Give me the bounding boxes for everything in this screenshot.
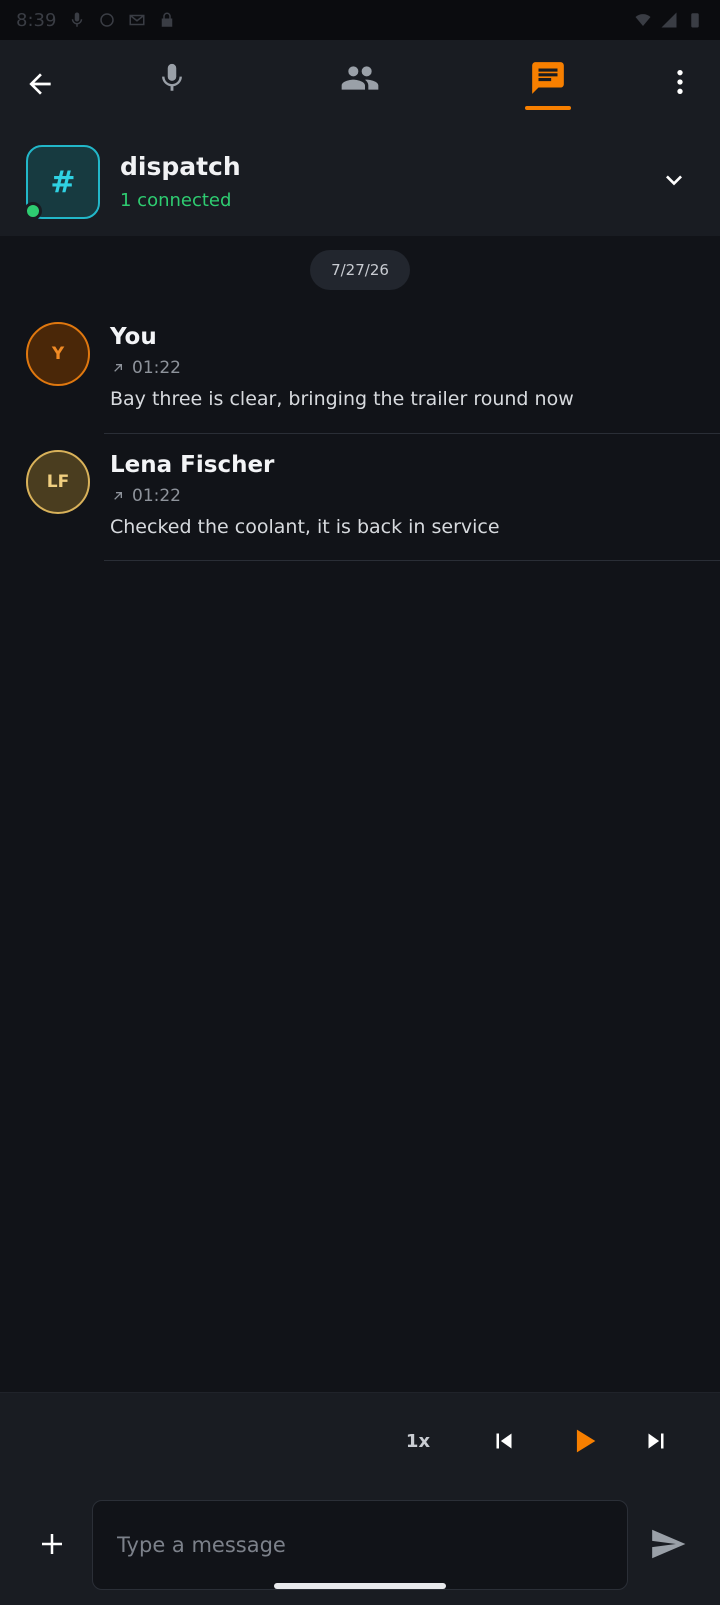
send-button[interactable] (646, 1522, 690, 1566)
date-chip: 7/27/26 (310, 250, 410, 290)
online-indicator (24, 202, 42, 220)
message-meta: 01:22 (110, 486, 181, 506)
send-icon (652, 1529, 686, 1559)
skip-previous-icon (496, 1433, 512, 1449)
status-right (634, 11, 704, 29)
message-divider (104, 433, 720, 434)
arrow-up-right-icon (114, 364, 122, 372)
message-divider (104, 560, 720, 561)
message-item[interactable]: LF Lena Fischer 01:22 Checked the coolan… (0, 436, 720, 564)
active-tab-indicator (525, 106, 571, 110)
status-left: 8:39 (16, 10, 176, 31)
chat-icon (532, 62, 564, 94)
chevron-down-icon (666, 175, 682, 186)
play-icon (576, 1429, 596, 1453)
status-bar: 8:39 (0, 0, 720, 40)
skip-next-button[interactable] (636, 1421, 676, 1461)
skip-previous-button[interactable] (484, 1421, 524, 1461)
whatsapp-status-icon (100, 13, 115, 27)
tab-chat[interactable] (524, 56, 572, 100)
avatar: Y (26, 322, 90, 386)
microphone-icon (162, 63, 182, 91)
message-text: Checked the coolant, it is back in servi… (110, 516, 500, 538)
message-meta: 01:22 (110, 358, 181, 378)
add-attachment-button[interactable] (30, 1522, 74, 1566)
channel-status: 1 connected (120, 190, 232, 211)
message-time: 01:22 (132, 486, 181, 506)
tab-members[interactable] (336, 56, 384, 100)
avatar-initials: Y (51, 344, 65, 364)
message-author: You (110, 324, 157, 350)
back-button[interactable] (18, 62, 62, 106)
arrow-up-right-icon (114, 492, 122, 500)
top-bar (0, 40, 720, 132)
home-indicator[interactable] (274, 1583, 446, 1589)
wifi-icon (635, 14, 651, 26)
message-item[interactable]: Y You 01:22 Bay three is clear, bringing… (0, 308, 720, 436)
message-composer (0, 1492, 720, 1605)
skip-next-icon (648, 1433, 664, 1449)
avatar: LF (26, 450, 90, 514)
status-time: 8:39 (16, 9, 57, 31)
people-icon (341, 66, 379, 90)
channel-hash-icon: # (50, 164, 76, 200)
lock-status-icon (162, 12, 173, 27)
tab-voice[interactable] (150, 56, 194, 100)
more-options-button[interactable] (664, 60, 696, 104)
plus-icon (42, 1534, 62, 1554)
message-text: Bay three is clear, bringing the trailer… (110, 388, 574, 410)
mail-status-icon (129, 14, 145, 26)
playback-speed-button[interactable]: 1x (398, 1421, 438, 1461)
channel-name: dispatch (120, 152, 241, 181)
message-time: 01:22 (132, 358, 181, 378)
signal-icon (661, 12, 677, 28)
channel-header[interactable]: # dispatch 1 connected (0, 132, 720, 236)
mic-status-icon (72, 12, 83, 27)
message-author: Lena Fischer (110, 452, 275, 478)
play-button[interactable] (562, 1419, 606, 1463)
battery-icon (691, 13, 699, 28)
expand-channel-button[interactable] (654, 160, 694, 200)
arrow-left-icon (29, 73, 51, 95)
playback-bar: 1x (0, 1392, 720, 1492)
avatar-initials: LF (46, 472, 70, 492)
more-vertical-icon (677, 70, 683, 94)
message-input[interactable] (92, 1500, 628, 1590)
